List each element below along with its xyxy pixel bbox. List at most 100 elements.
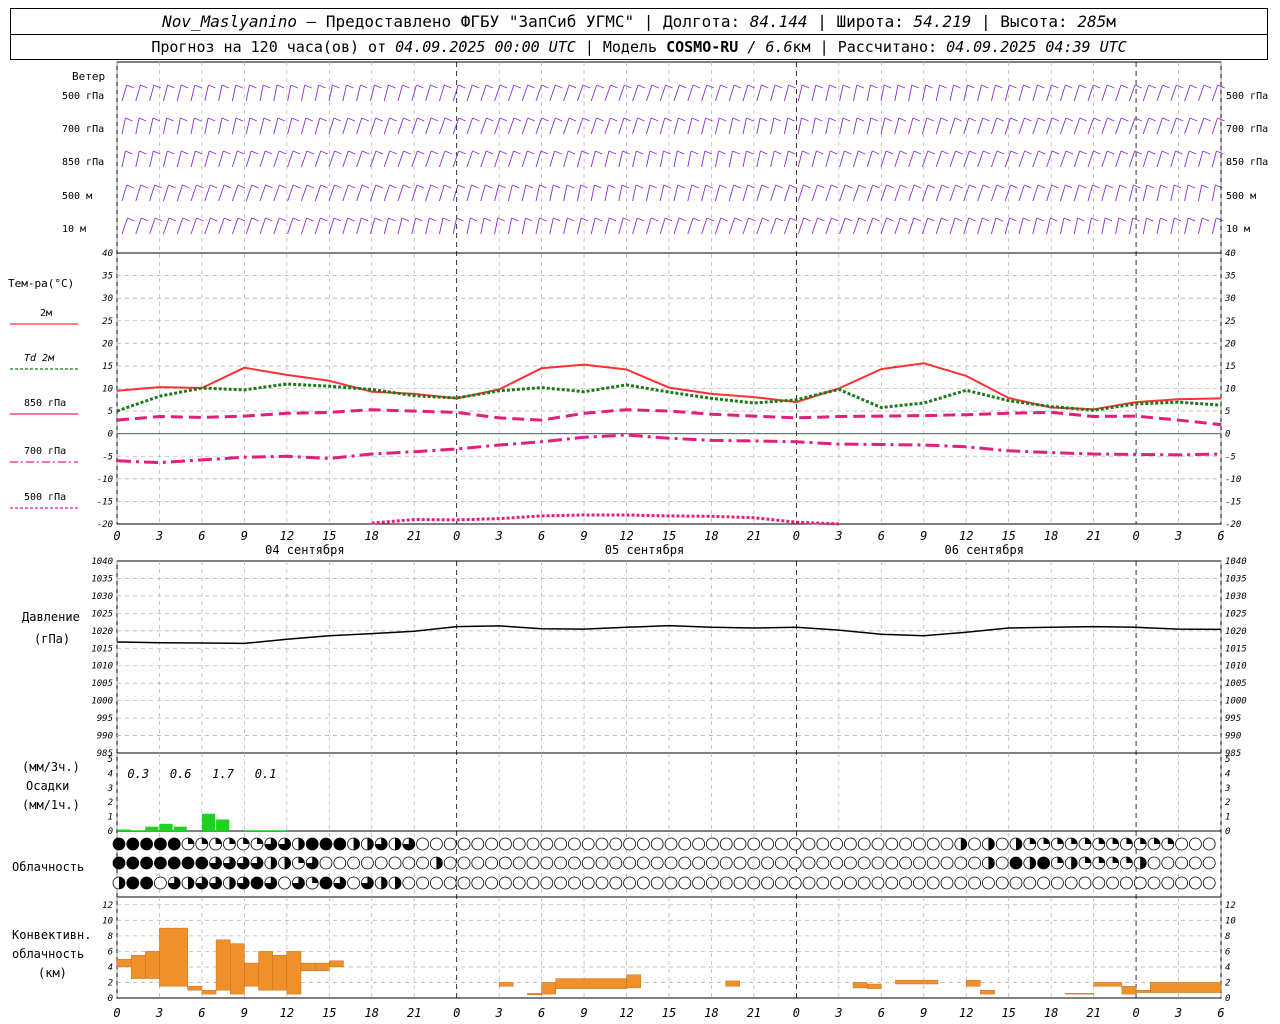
wind-barb-flag xyxy=(210,184,218,189)
wind-barb-flag xyxy=(126,184,134,189)
day-label: 05 сентября xyxy=(605,543,684,557)
wind-level-label-right: 700 гПа xyxy=(1226,124,1268,135)
wind-barb xyxy=(935,117,942,135)
cloud-cover-symbol xyxy=(416,837,430,851)
wind-barb-flag xyxy=(1065,117,1074,122)
wind-barb xyxy=(811,217,819,235)
wind-barb-flag xyxy=(346,84,354,89)
wind-barb xyxy=(714,84,721,102)
cloud-cover-symbol xyxy=(540,837,554,851)
wind-barb xyxy=(231,184,239,202)
wind-barb-flag xyxy=(622,217,631,222)
wind-barb xyxy=(1101,217,1106,235)
wind-barb-flag xyxy=(815,84,824,89)
wind-barb xyxy=(632,184,637,202)
wind-barb-flag xyxy=(982,117,990,122)
wind-barb-flag xyxy=(898,117,907,122)
wind-barb-flag xyxy=(444,150,453,155)
wind-barb-flag xyxy=(1065,84,1073,89)
pres-tick-left: 1015 xyxy=(91,644,113,654)
wind-barb xyxy=(287,117,293,135)
cloud-cover-fill xyxy=(1057,838,1064,844)
cloud-cover-symbol xyxy=(899,856,912,870)
wind-barb-flag xyxy=(789,184,797,189)
wind-barb xyxy=(977,217,983,235)
wind-barb xyxy=(397,217,403,235)
precip-tick-right: 5 xyxy=(1225,755,1230,765)
cloud-cover-fill xyxy=(988,857,995,869)
wind-barb xyxy=(1018,117,1025,135)
cloud-cover-symbol xyxy=(871,837,885,851)
wind-barb xyxy=(1197,217,1203,235)
wind-barb xyxy=(466,117,474,135)
wind-barb-flag xyxy=(472,84,480,89)
wind-barb-flag xyxy=(194,117,202,122)
x-tick-label-bottom: 6 xyxy=(878,1006,885,1020)
wind-barb-flag xyxy=(649,150,658,155)
wind-barb xyxy=(452,217,458,235)
cloud-cover-symbol xyxy=(1064,876,1078,890)
wind-barb-flag xyxy=(831,217,839,222)
wind-barb-flag xyxy=(207,117,216,122)
wind-barb xyxy=(908,217,915,235)
wind-barb xyxy=(742,117,747,135)
wind-barb xyxy=(604,184,609,202)
cloud-cover-symbol xyxy=(802,856,816,870)
wind-barb-flag xyxy=(403,184,411,189)
cloud-cover-symbol xyxy=(885,837,899,851)
wind-barb-flag xyxy=(291,117,300,122)
x-tick-label: 18 xyxy=(704,529,718,543)
wind-barb xyxy=(908,84,913,102)
precip-tick-right: 3 xyxy=(1224,784,1230,794)
wind-barb xyxy=(438,84,445,102)
wind-barb xyxy=(356,117,363,135)
x-tick-label-bottom: 6 xyxy=(198,1006,205,1020)
wind-barb xyxy=(687,217,694,235)
wind-barb xyxy=(190,217,198,235)
temp-tick-right: -10 xyxy=(1225,475,1241,485)
wind-barb xyxy=(673,217,680,235)
convective-bar xyxy=(541,982,556,995)
wind-barb-flag xyxy=(182,184,190,189)
temp-tick-right: 5 xyxy=(1225,407,1230,417)
wind-barb-flag xyxy=(1009,84,1017,89)
cloud-cover-fill xyxy=(1140,857,1147,869)
wind-barb xyxy=(770,84,776,102)
wind-barb xyxy=(618,84,625,102)
wind-barb xyxy=(1115,217,1120,235)
cloud-cover-symbol xyxy=(568,876,581,890)
wind-barb-flag xyxy=(332,84,340,89)
cloud-cover-symbol xyxy=(347,856,361,870)
x-tick-label: 12 xyxy=(619,529,633,543)
cloud-cover-symbol xyxy=(153,837,167,851)
convective-bar xyxy=(116,958,132,968)
wind-barb-flag xyxy=(333,217,342,222)
wind-barb xyxy=(852,184,860,202)
wind-barb xyxy=(921,184,929,202)
cloud-cover-symbol xyxy=(554,856,567,870)
cloud-cover-symbol xyxy=(830,837,843,851)
wind-barb-flag xyxy=(982,150,991,155)
cloud-cover-symbol xyxy=(526,876,540,890)
wind-barb xyxy=(273,184,280,202)
wind-barb xyxy=(1142,184,1148,202)
wind-barb-flag xyxy=(899,150,908,155)
x-tick-label-bottom: 0 xyxy=(453,1006,460,1020)
wind-barb-flag xyxy=(692,217,701,222)
wind-barb-flag xyxy=(470,217,478,222)
pres-tick-right: 1040 xyxy=(1225,557,1247,567)
cloud-cover-symbol xyxy=(402,856,416,870)
cloud-cover-symbol xyxy=(1037,856,1050,870)
wind-barb xyxy=(149,217,156,235)
pres-tick-left: 1040 xyxy=(91,557,113,567)
wind-barb xyxy=(507,217,513,235)
wind-barb-flag xyxy=(677,184,685,189)
wind-barb xyxy=(218,150,224,168)
wind-barb-flag xyxy=(568,84,577,89)
wind-barb xyxy=(383,150,391,168)
wind-barb-flag xyxy=(318,84,326,89)
wind-barb xyxy=(1087,117,1094,135)
wind-barb xyxy=(1211,117,1218,135)
cloud-cover-symbol xyxy=(1175,876,1188,890)
wind-barb-flag xyxy=(290,84,299,89)
